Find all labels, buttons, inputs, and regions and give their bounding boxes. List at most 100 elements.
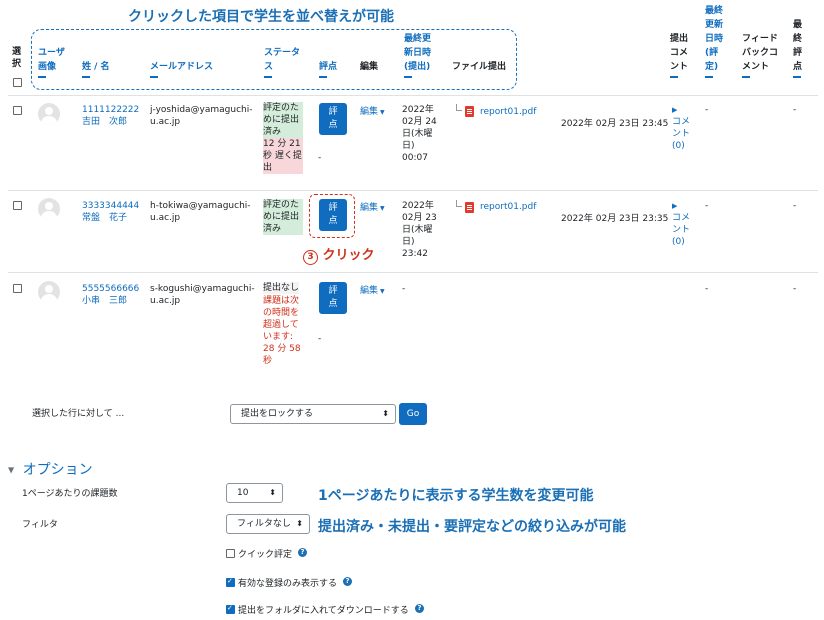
header-file-submission: ファイル提出 bbox=[452, 62, 507, 72]
grade-button[interactable]: 評 点 bbox=[319, 282, 347, 314]
only-active-checkbox[interactable] bbox=[226, 577, 235, 587]
file-link[interactable]: report01.pdf bbox=[480, 106, 536, 118]
final-grade: - bbox=[793, 284, 797, 294]
student-name[interactable]: 常盤 花子 bbox=[82, 212, 127, 224]
caret-down-icon: ▼ bbox=[380, 109, 385, 116]
last-modified: 2022年 02月 23 日(木曜 日) 23:42 bbox=[402, 201, 437, 259]
sort-icon bbox=[319, 76, 327, 78]
go-button[interactable]: Go bbox=[399, 403, 427, 425]
grade-value: - bbox=[318, 153, 322, 163]
per-page-select[interactable]: 10 ⬍ bbox=[226, 483, 283, 503]
quick-grade-checkbox[interactable] bbox=[226, 549, 235, 558]
last-modified: - bbox=[402, 284, 406, 294]
final-grade: - bbox=[793, 105, 797, 115]
status-badge: 評定のた めに提出 済み bbox=[263, 199, 303, 235]
status-badge: 提出なし bbox=[263, 282, 300, 294]
table-divider bbox=[8, 190, 818, 191]
header-final-grade: 最 終 評 点 bbox=[793, 18, 802, 78]
file-link[interactable]: report01.pdf bbox=[480, 201, 536, 213]
tree-branch-icon bbox=[456, 104, 462, 111]
sort-hint-annotation: クリックした項目で学生を並べ替えが可能 bbox=[128, 9, 394, 25]
triangle-right-icon: ▶ bbox=[672, 106, 678, 114]
student-email: h-tokiwa@yamaguchi- u.ac.jp bbox=[150, 201, 251, 223]
header-grade[interactable]: 評点 bbox=[319, 60, 337, 78]
status-badge: 評定のた めに提出 済み bbox=[263, 102, 303, 138]
header-last-modified-grade[interactable]: 最終 更新 日時 (評 定) bbox=[705, 4, 723, 78]
comment-toggle[interactable]: ▶ コメ ント (0) bbox=[672, 200, 690, 248]
student-id[interactable]: 5555566666 bbox=[82, 283, 139, 295]
sort-icon bbox=[38, 76, 46, 78]
student-email: j-yoshida@yamaguchi- u.ac.jp bbox=[150, 105, 253, 127]
header-name[interactable]: 姓 / 名 bbox=[82, 60, 110, 78]
grade-value: - bbox=[318, 334, 322, 344]
grade-modified: - bbox=[705, 284, 709, 294]
table-divider bbox=[8, 95, 818, 96]
triangle-right-icon: ▶ bbox=[672, 202, 678, 210]
sort-icon bbox=[705, 76, 713, 78]
download-folders-checkbox[interactable] bbox=[226, 604, 235, 614]
filter-label: フィルタ bbox=[22, 520, 58, 530]
per-page-label: 1ページあたりの課題数 bbox=[22, 489, 118, 499]
edit-menu[interactable]: 編集 ▼ bbox=[360, 104, 385, 117]
header-email[interactable]: メールアドレス bbox=[150, 60, 213, 78]
header-select: 選 択 bbox=[12, 47, 22, 69]
select-arrows-icon: ⬍ bbox=[269, 488, 276, 497]
filter-select[interactable]: フィルタなし ⬍ bbox=[226, 514, 310, 534]
select-arrows-icon: ⬍ bbox=[382, 409, 389, 418]
avatar[interactable] bbox=[38, 198, 60, 220]
grade-modified: - bbox=[705, 201, 709, 211]
select-arrows-icon: ⬍ bbox=[296, 519, 303, 528]
header-edit: 編集 bbox=[360, 62, 379, 72]
row-select-checkbox[interactable] bbox=[13, 284, 22, 293]
table-divider bbox=[8, 272, 818, 273]
edit-menu[interactable]: 編集 ▼ bbox=[360, 283, 385, 296]
grade-button[interactable]: 評 点 bbox=[319, 103, 347, 135]
bulk-action-select[interactable]: 提出をロックする ⬍ bbox=[230, 404, 396, 424]
caret-down-icon: ▼ bbox=[380, 205, 385, 212]
caret-down-icon: ▼ bbox=[380, 288, 385, 295]
file-date: 2022年 02月 23日 23:45 bbox=[561, 119, 669, 129]
header-feedback-comment: フィード バックコ メント bbox=[742, 32, 778, 78]
student-id[interactable]: 3333344444 bbox=[82, 200, 139, 212]
avatar[interactable] bbox=[38, 103, 60, 125]
header-last-modified[interactable]: 最終更 新日時 (提出) bbox=[404, 32, 431, 78]
student-name[interactable]: 小串 三郎 bbox=[82, 295, 127, 307]
header-submission-comment: 提出 コメ ント bbox=[670, 32, 688, 78]
avatar[interactable] bbox=[38, 281, 60, 303]
pdf-file-icon bbox=[465, 106, 474, 117]
help-icon[interactable]: ? bbox=[415, 604, 424, 613]
help-icon[interactable]: ? bbox=[343, 577, 352, 586]
comment-toggle[interactable]: ▶ コメ ント (0) bbox=[672, 104, 690, 152]
late-badge: 12 分 21 秒 遅く提 出 bbox=[263, 138, 303, 174]
sort-icon bbox=[150, 76, 158, 78]
select-all-checkbox[interactable] bbox=[13, 78, 22, 87]
sort-icon bbox=[670, 76, 678, 78]
student-name[interactable]: 吉田 次郎 bbox=[82, 116, 127, 128]
grade-button[interactable]: 評 点 bbox=[319, 199, 347, 231]
student-email: s-kogushi@yamaguchi- u.ac.jp bbox=[150, 284, 255, 306]
bulk-action-label: 選択した行に対して ... bbox=[32, 409, 125, 419]
pdf-file-icon bbox=[465, 202, 474, 213]
header-status[interactable]: ステータ ス bbox=[264, 46, 300, 78]
sort-icon bbox=[793, 76, 801, 78]
last-modified: 2022年 02月 24 日(木曜 日) 00:07 bbox=[402, 105, 437, 163]
header-user-image[interactable]: ユーザ 画像 bbox=[38, 46, 65, 78]
help-icon[interactable]: ? bbox=[298, 548, 307, 557]
sort-icon bbox=[264, 76, 272, 78]
filter-annotation: 提出済み・未提出・要評定などの絞り込みが可能 bbox=[318, 519, 626, 535]
edit-menu[interactable]: 編集 ▼ bbox=[360, 200, 385, 213]
final-grade: - bbox=[793, 201, 797, 211]
grade-modified: - bbox=[705, 105, 709, 115]
chevron-down-icon: ▼ bbox=[8, 465, 15, 475]
click-annotation: 3 クリック bbox=[303, 244, 375, 265]
options-toggle[interactable]: ▼ オプション bbox=[8, 459, 93, 479]
student-id[interactable]: 1111122222 bbox=[82, 104, 139, 116]
sort-icon bbox=[82, 76, 90, 78]
per-page-annotation: 1ページあたりに表示する学生数を変更可能 bbox=[318, 488, 594, 504]
overdue-notice: 課題は次 の時間を 超過して います: 28 分 58 秒 bbox=[263, 296, 301, 366]
row-select-checkbox[interactable] bbox=[13, 106, 22, 115]
file-date: 2022年 02月 23日 23:35 bbox=[561, 214, 669, 224]
sort-icon bbox=[404, 76, 412, 78]
sort-icon bbox=[742, 76, 750, 78]
row-select-checkbox[interactable] bbox=[13, 201, 22, 210]
